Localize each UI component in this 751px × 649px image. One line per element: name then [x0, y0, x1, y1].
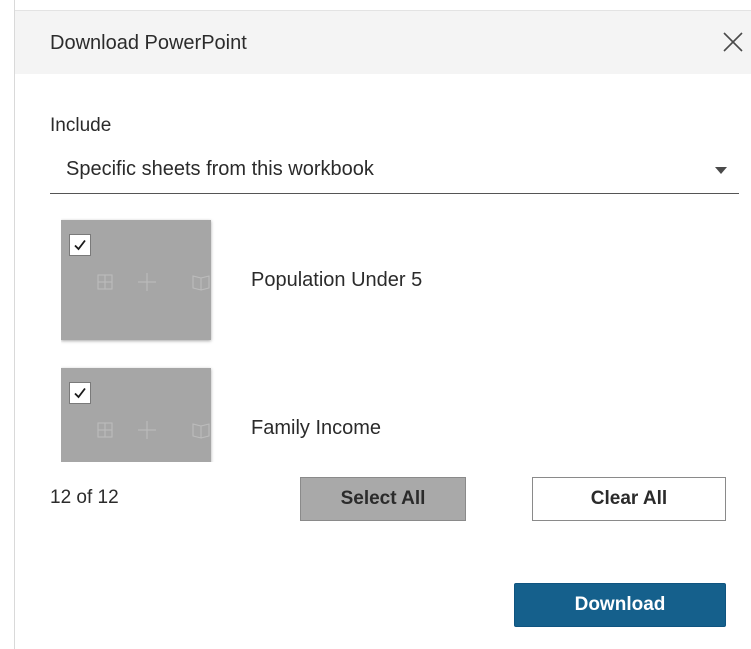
download-powerpoint-dialog: Download PowerPoint Include Specific she… [14, 0, 751, 649]
thumbnail-icons [97, 273, 210, 291]
include-select[interactable]: Specific sheets from this workbook [50, 148, 739, 194]
sheet-thumbnail [61, 368, 211, 462]
sheet-thumbnail [61, 220, 211, 340]
selection-count: 12 of 12 [50, 487, 119, 508]
plus-icon [138, 273, 156, 291]
plus-icon [138, 421, 156, 439]
close-icon [723, 32, 743, 52]
book-icon [192, 275, 210, 291]
sheet-label: Family Income [251, 417, 382, 439]
thumbnail-icons [97, 421, 210, 439]
download-button[interactable]: Download [514, 583, 726, 627]
dialog-header: Download PowerPoint [15, 10, 751, 74]
grid-icon [97, 422, 113, 438]
sheet-item[interactable]: Population Under 5 [61, 218, 721, 340]
clear-all-button[interactable]: Clear All [532, 477, 726, 521]
sheet-checkbox[interactable] [69, 234, 91, 256]
sheet-checkbox[interactable] [69, 382, 91, 404]
sheet-label: Population Under 5 [251, 269, 423, 291]
include-select-value: Specific sheets from this workbook [66, 158, 374, 180]
select-all-button[interactable]: Select All [300, 477, 466, 521]
checkmark-icon [74, 387, 86, 399]
caret-down-icon [715, 167, 727, 174]
book-icon [192, 423, 210, 439]
sheet-list[interactable]: Population Under 5 Family Income [61, 218, 721, 462]
include-label: Include [50, 115, 112, 136]
checkmark-icon [74, 239, 86, 251]
sheet-item[interactable]: Family Income [61, 366, 721, 462]
close-button[interactable] [720, 29, 746, 55]
dialog-title: Download PowerPoint [50, 32, 247, 54]
grid-icon [97, 274, 113, 290]
